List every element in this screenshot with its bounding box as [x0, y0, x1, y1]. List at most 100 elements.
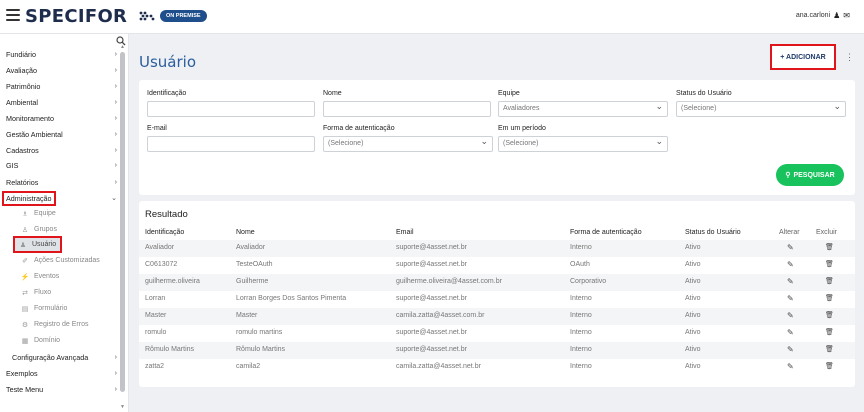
cell-status: Ativo [685, 346, 701, 353]
cell-auth: Interno [570, 363, 592, 370]
sidebar-item-label: Ambiental [6, 97, 38, 107]
sidebar-item-teste-menu[interactable]: Teste Menu › [6, 382, 118, 396]
col-identificacao[interactable]: Identificação [145, 229, 184, 236]
user-menu[interactable]: ana.carloni ♟ ✉ [796, 11, 850, 20]
edit-icon[interactable]: ✎ [787, 362, 794, 371]
sidebar-item-label: Gestão Ambiental [6, 129, 63, 139]
cell-nome: Avaliador [236, 244, 266, 251]
cell-email: suporte@4asset.net.br [396, 346, 467, 353]
edit-icon[interactable]: ✎ [787, 311, 794, 320]
sidebar-scrollbar[interactable] [120, 52, 125, 402]
table-row[interactable]: Rômulo Martins Rômulo Martins suporte@4ass… [139, 342, 855, 359]
table-row[interactable]: romulo romulo martins suporte@4asset.net.b… [139, 325, 855, 342]
sidebar-subitem-registro-erros[interactable]: ⚙ Registro de Erros [20, 318, 89, 331]
trash-icon[interactable]: 🗑 [825, 243, 834, 251]
sidebar-subitem-label: Registro de Erros [34, 321, 89, 328]
sidebar-subitem-acoes-customizadas[interactable]: ✐ Ações Customizadas [20, 254, 100, 267]
edit-icon[interactable]: ✎ [787, 328, 794, 337]
auth-select[interactable]: (Selecione) [323, 134, 493, 152]
sidebar-item-label: Patrimônio [6, 81, 41, 91]
table-row[interactable]: guilherme.oliveira Guilherme guilherme.oli… [139, 274, 855, 291]
scroll-thumb[interactable] [120, 52, 125, 392]
sidebar-item-relatorios[interactable]: Relatórios › [6, 175, 118, 189]
trash-icon[interactable]: 🗑 [825, 362, 834, 370]
sidebar-item-monitoramento[interactable]: Monitoramento › [6, 111, 118, 125]
mail-icon[interactable]: ✉ [843, 11, 850, 20]
sidebar-item-avaliacao[interactable]: Avaliação › [6, 63, 118, 77]
cell-nome: camila2 [236, 363, 261, 370]
sidebar-subitem-dominio[interactable]: ▦ Domínio [20, 334, 60, 347]
trash-icon[interactable]: 🗑 [825, 277, 834, 285]
cell-auth: Interno [570, 329, 592, 336]
col-email[interactable]: Email [396, 229, 414, 236]
search-button[interactable]: ⚲ PESQUISAR [776, 164, 844, 186]
sidebar-subitem-label: Domínio [34, 337, 61, 344]
sidebar-subitem-grupos[interactable]: ♙ Grupos [20, 223, 57, 236]
edit-icon[interactable]: ✎ [787, 277, 794, 286]
trash-icon[interactable]: 🗑 [825, 311, 834, 319]
identificacao-input[interactable] [147, 101, 315, 117]
top-bar: SPECIFOR ON PREMISE ana.carloni ♟ ✉ [0, 0, 864, 34]
sidebar-subitem-fluxo[interactable]: ⇄ Fluxo [20, 286, 51, 299]
table-row[interactable]: Master Master camila.zatta@4asset.com.br In… [139, 308, 855, 325]
table-row[interactable]: Avaliador Avaliador suporte@4asset.net.br I… [139, 240, 855, 257]
trash-icon[interactable]: 🗑 [825, 260, 834, 268]
equipe-select[interactable]: Avaliadores [498, 99, 668, 117]
edit-icon[interactable]: ✎ [787, 260, 794, 269]
sidebar-item-patrimonio[interactable]: Patrimônio › [6, 79, 118, 93]
col-nome[interactable]: Nome [236, 229, 255, 236]
sidebar-item-exemplos[interactable]: Exemplos › [6, 366, 118, 380]
nome-input[interactable] [323, 101, 491, 117]
identificacao-label: Identificação [147, 90, 187, 97]
sidebar-subitem-eventos[interactable]: ⚡ Eventos [20, 270, 60, 283]
table-row[interactable]: C0613072 TesteOAuth suporte@4asset.net.br O… [139, 257, 855, 274]
results-panel: Resultado Identificação Nome Email Forma… [139, 201, 855, 387]
groups-icon: ♙ [21, 226, 29, 234]
chevron-right-icon: › [114, 178, 117, 186]
sidebar-item-ambiental[interactable]: Ambiental › [6, 95, 118, 109]
email-input[interactable] [147, 136, 315, 152]
cell-email: suporte@4asset.net.br [396, 261, 467, 268]
chevron-right-icon: › [114, 98, 117, 106]
sidebar-item-gis[interactable]: GIS › [6, 158, 118, 172]
sidebar-item-administracao[interactable]: Administração ⌄ [2, 190, 118, 206]
col-status[interactable]: Status do Usuário [685, 229, 741, 236]
menu-icon[interactable] [6, 9, 20, 21]
table-row[interactable]: zatta2 camila2 camila.zatta@4asset.net.br I… [139, 359, 855, 376]
trash-icon[interactable]: 🗑 [825, 294, 834, 302]
edit-icon[interactable]: ✎ [787, 294, 794, 303]
nome-label: Nome [323, 90, 342, 97]
trash-icon[interactable]: 🗑 [825, 328, 834, 336]
trash-icon[interactable]: 🗑 [825, 345, 834, 353]
sidebar-item-label: GIS [6, 160, 19, 170]
edit-icon[interactable]: ✎ [787, 243, 794, 252]
sidebar-subitem-usuario[interactable]: ♟ Usuário [12, 236, 63, 253]
sidebar-item-label: Teste Menu [6, 384, 44, 394]
cell-email: guilherme.oliveira@4asset.com.br [396, 278, 502, 285]
sidebar-item-configuracao-avancada[interactable]: Configuração Avançada › [12, 350, 118, 364]
cell-status: Ativo [685, 329, 701, 336]
sidebar-item-cadastros[interactable]: Cadastros › [6, 143, 118, 157]
scroll-down-arrow[interactable]: ▼ [120, 404, 125, 410]
scroll-up-arrow[interactable]: ▲ [120, 44, 125, 50]
cell-auth: Interno [570, 346, 592, 353]
sidebar-item-label: Administração [2, 190, 56, 206]
sidebar-subitem-label: Fluxo [34, 289, 52, 296]
more-options-icon[interactable]: ⋮ [845, 52, 854, 63]
sidebar-item-gestao-ambiental[interactable]: Gestão Ambiental › [6, 127, 118, 141]
edit-icon[interactable]: ✎ [787, 345, 794, 354]
add-button[interactable]: + ADICIONAR [770, 44, 836, 70]
cell-identificacao: zatta2 [145, 363, 165, 370]
sidebar-item-fundiario[interactable]: Fundiário › [6, 47, 118, 61]
chevron-right-icon: › [114, 114, 117, 122]
cell-auth: Corporativo [570, 278, 607, 285]
periodo-select[interactable]: (Selecione) [498, 134, 668, 152]
chevron-right-icon: › [114, 82, 117, 90]
events-icon: ⚡ [20, 273, 30, 281]
status-select[interactable]: (Selecione) [676, 99, 846, 117]
col-auth[interactable]: Forma de autenticação [570, 229, 642, 236]
flow-icon: ⇄ [22, 289, 28, 297]
sidebar-subitem-formulario[interactable]: ▤ Formulário [20, 302, 68, 315]
sidebar-subitem-equipe[interactable]: ♗ Equipe [20, 207, 56, 220]
table-row[interactable]: Lorran Lorran Borges Dos Santos Pimenta su… [139, 291, 855, 308]
